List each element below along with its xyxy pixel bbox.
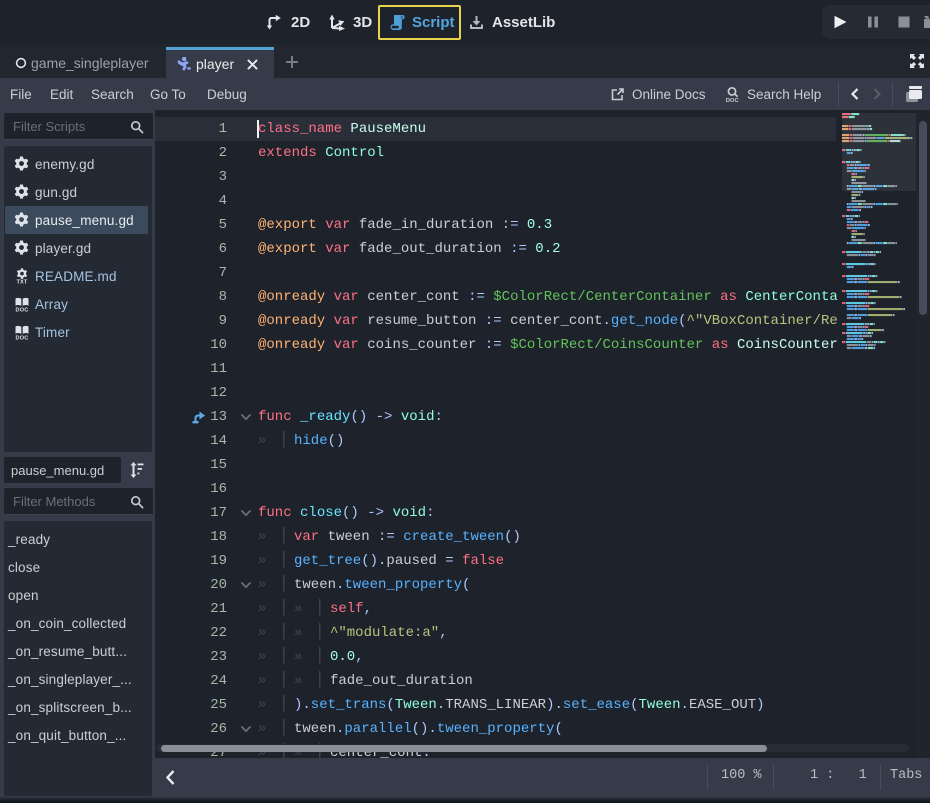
svg-text:DOC: DOC [16, 335, 29, 340]
svg-text:DOC: DOC [726, 98, 740, 103]
svg-text:DOC: DOC [16, 307, 29, 312]
svg-text:TXT: TXT [16, 279, 27, 284]
